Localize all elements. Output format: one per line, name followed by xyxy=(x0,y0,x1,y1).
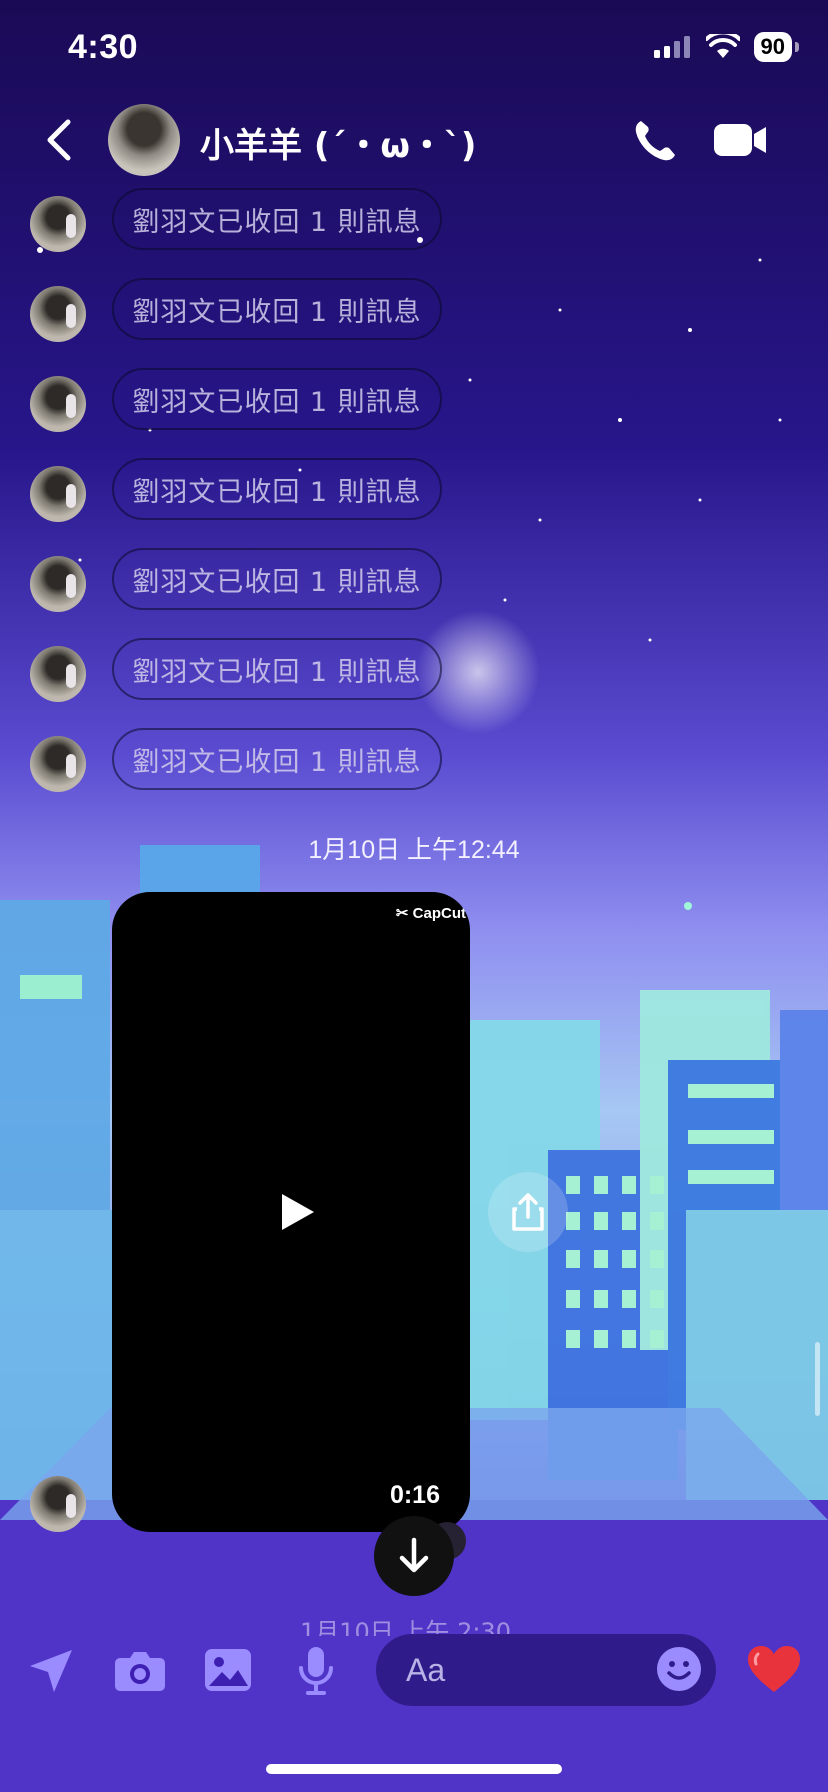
status-time: 4:30 xyxy=(68,28,139,66)
capcut-logo-icon: ✂ xyxy=(395,905,413,922)
unsent-message-bubble[interactable]: 劉羽文已收回 1 則訊息 xyxy=(112,458,442,520)
home-indicator[interactable] xyxy=(266,1764,562,1774)
contact-avatar[interactable] xyxy=(108,104,180,176)
composer-bar: Aa xyxy=(0,1618,828,1718)
camera-icon[interactable] xyxy=(114,1650,166,1692)
conversation-header: 小羊羊 (´・ω・`) xyxy=(0,100,828,180)
smiley-icon[interactable] xyxy=(656,1646,702,1692)
sender-avatar[interactable] xyxy=(30,556,86,612)
message-input-placeholder: Aa xyxy=(406,1652,446,1688)
heart-icon[interactable] xyxy=(746,1644,802,1694)
message-timestamp: 1月10日 上午12:44 xyxy=(308,836,520,864)
share-button[interactable] xyxy=(488,1172,568,1252)
signal-icon xyxy=(653,36,690,58)
unsent-message-bubble[interactable]: 劉羽文已收回 1 則訊息 xyxy=(112,278,442,340)
status-indicators: 90 xyxy=(653,32,800,62)
sender-avatar[interactable] xyxy=(30,286,86,342)
unsent-message-bubble[interactable]: 劉羽文已收回 1 則訊息 xyxy=(112,548,442,610)
share-icon xyxy=(512,1193,544,1231)
sender-avatar[interactable] xyxy=(30,466,86,522)
video-camera-icon[interactable] xyxy=(714,122,768,158)
message-input[interactable]: Aa xyxy=(376,1634,716,1706)
unsent-message-bubble[interactable]: 劉羽文已收回 1 則訊息 xyxy=(112,188,442,250)
location-arrow-icon[interactable] xyxy=(26,1646,76,1696)
sender-avatar[interactable] xyxy=(30,196,86,252)
unsent-message-bubble[interactable]: 劉羽文已收回 1 則訊息 xyxy=(112,368,442,430)
sender-avatar[interactable] xyxy=(30,736,86,792)
scroll-to-bottom-button[interactable] xyxy=(374,1516,454,1596)
video-message[interactable]: ✂ CapCut 0:16 xyxy=(112,892,470,1532)
sender-avatar[interactable] xyxy=(30,1476,86,1532)
phone-icon[interactable] xyxy=(632,118,678,164)
battery-level: 90 xyxy=(753,32,800,62)
chevron-left-icon[interactable] xyxy=(40,118,80,162)
sender-avatar[interactable] xyxy=(30,646,86,702)
play-icon[interactable] xyxy=(278,1192,318,1232)
video-watermark: ✂ CapCut xyxy=(395,905,466,922)
unsent-message-bubble[interactable]: 劉羽文已收回 1 則訊息 xyxy=(112,638,442,700)
wifi-icon xyxy=(705,34,740,58)
video-duration: 0:16 xyxy=(389,1481,440,1509)
unsent-message-bubble[interactable]: 劉羽文已收回 1 則訊息 xyxy=(112,728,442,790)
microphone-icon[interactable] xyxy=(298,1646,334,1696)
sender-avatar[interactable] xyxy=(30,376,86,432)
arrow-down-icon xyxy=(399,1537,429,1573)
contact-name[interactable]: 小羊羊 (´・ω・`) xyxy=(200,118,476,167)
image-icon[interactable] xyxy=(204,1648,252,1692)
scrollbar[interactable] xyxy=(815,1342,820,1416)
